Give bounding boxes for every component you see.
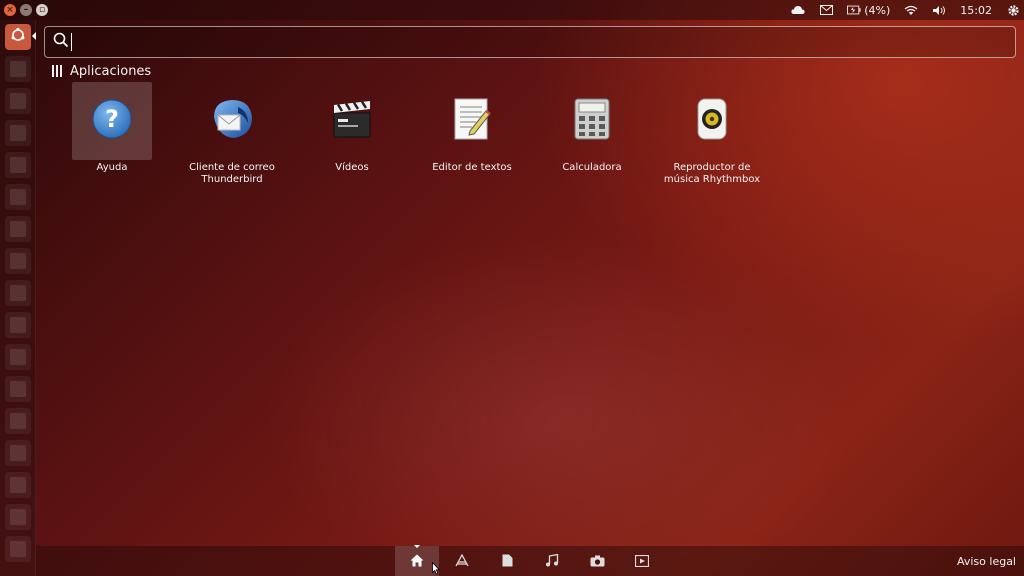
window-controls: × – ▫ — [4, 4, 48, 16]
search-icon — [53, 32, 69, 52]
folder-icon — [10, 61, 26, 77]
launcher-item-drive-1[interactable] — [5, 472, 31, 498]
thunderbird-icon — [208, 97, 256, 145]
lens-videos[interactable] — [620, 546, 664, 576]
app-icon — [10, 413, 26, 429]
app-icon — [10, 349, 26, 365]
app-icon-container — [312, 82, 392, 160]
app-icon-container — [192, 82, 272, 160]
app-icon — [10, 381, 26, 397]
clock[interactable]: 15:02 — [960, 4, 992, 17]
volume-icon[interactable] — [932, 3, 946, 17]
legal-notice-link[interactable]: Aviso legal — [957, 555, 1016, 568]
lens-photos[interactable] — [575, 546, 619, 576]
battery-icon — [847, 3, 861, 17]
photos-lens-icon — [590, 552, 605, 571]
launcher-item-workspaces[interactable] — [5, 440, 31, 466]
launcher-item-filezilla[interactable] — [5, 280, 31, 306]
launcher-item-drive-2[interactable] — [5, 504, 31, 530]
launcher-item-impress[interactable] — [5, 184, 31, 210]
drive-icon — [10, 477, 26, 493]
launcher-item-browser[interactable] — [5, 88, 31, 114]
top-panel: × – ▫ (4%) 15:02 — [0, 0, 1024, 20]
app-tile-calculator[interactable]: Calculadora — [532, 82, 652, 192]
calculator-icon — [573, 97, 611, 145]
lens-bar: Aviso legal — [36, 545, 1024, 576]
category-bars-icon — [52, 65, 62, 77]
terminal-icon — [10, 317, 26, 333]
battery-percent: (4%) — [864, 3, 891, 17]
rhythmbox-icon — [696, 97, 728, 145]
lens-files[interactable] — [485, 546, 529, 576]
app-tile-help[interactable]: ? Ayuda — [52, 82, 172, 192]
browser-icon — [10, 93, 26, 109]
home-lens-icon — [410, 552, 424, 571]
software-center-icon — [10, 221, 26, 237]
files-lens-icon — [502, 552, 513, 571]
music-lens-icon — [545, 552, 559, 571]
app-label: Editor de textos — [432, 162, 512, 173]
maximize-window-button[interactable]: ▫ — [36, 4, 48, 16]
app-tile-text-editor[interactable]: Editor de textos — [412, 82, 532, 192]
lens-applications[interactable] — [440, 546, 484, 576]
launcher-active-arrow — [32, 32, 36, 40]
wifi-icon[interactable] — [904, 3, 918, 17]
text-editor-icon — [452, 97, 492, 145]
svg-text:?: ? — [105, 105, 119, 133]
applications-lens-icon — [455, 552, 469, 571]
launcher-item-ubuntu-one[interactable] — [5, 248, 31, 274]
launcher-item-terminal[interactable] — [5, 312, 31, 338]
document-icon — [10, 125, 26, 141]
launcher-item-trash[interactable] — [5, 536, 31, 562]
app-label: Reproductor de música Rhythmbox — [663, 162, 761, 185]
launcher-item-calc[interactable] — [5, 152, 31, 178]
videos-lens-icon — [634, 552, 650, 571]
ubuntu-logo-icon — [10, 27, 26, 47]
mouse-pointer-icon — [432, 560, 441, 576]
search-input[interactable] — [72, 28, 1015, 56]
app-tile-rhythmbox[interactable]: Reproductor de música Rhythmbox — [652, 82, 772, 192]
gear-icon[interactable] — [1006, 3, 1020, 17]
app-label: Vídeos — [335, 162, 369, 173]
app-icon-container — [672, 82, 752, 160]
app-tile-thunderbird[interactable]: Cliente de correo Thunderbird — [172, 82, 292, 192]
lens-music[interactable] — [530, 546, 574, 576]
battery-indicator[interactable]: (4%) — [847, 3, 890, 17]
mail-icon[interactable] — [819, 3, 833, 17]
presentation-icon — [10, 189, 26, 205]
filezilla-icon — [10, 285, 26, 301]
app-label: Calculadora — [562, 162, 622, 173]
help-icon: ? — [91, 98, 133, 144]
app-label: Ayuda — [96, 162, 128, 173]
launcher-item-files[interactable] — [5, 56, 31, 82]
app-tile-videos[interactable]: Vídeos — [292, 82, 412, 192]
launcher-item-app-11[interactable] — [5, 376, 31, 402]
launcher — [0, 20, 36, 576]
active-lens-marker — [414, 545, 420, 548]
ubuntu-one-icon — [10, 253, 26, 269]
app-icon-container — [432, 82, 512, 160]
category-header[interactable]: Aplicaciones — [52, 63, 151, 79]
workspace-switcher-icon — [10, 445, 26, 461]
dash-home-button[interactable] — [5, 24, 31, 50]
category-label: Aplicaciones — [70, 63, 152, 79]
indicator-area: (4%) 15:02 — [791, 3, 1020, 17]
app-icon-container: ? — [72, 82, 152, 160]
launcher-item-app-10[interactable] — [5, 344, 31, 370]
dash-search-bar[interactable] — [44, 26, 1016, 58]
trash-icon — [10, 541, 26, 557]
launcher-item-software[interactable] — [5, 216, 31, 242]
drive-icon — [10, 509, 26, 525]
app-icon-container — [552, 82, 632, 160]
minimize-window-button[interactable]: – — [20, 4, 32, 16]
close-window-button[interactable]: × — [4, 4, 16, 16]
videos-icon — [330, 97, 374, 145]
cloud-icon[interactable] — [791, 3, 805, 17]
launcher-item-app-12[interactable] — [5, 408, 31, 434]
app-label: Cliente de correo Thunderbird — [189, 162, 275, 185]
spreadsheet-icon — [10, 157, 26, 173]
launcher-item-writer[interactable] — [5, 120, 31, 146]
